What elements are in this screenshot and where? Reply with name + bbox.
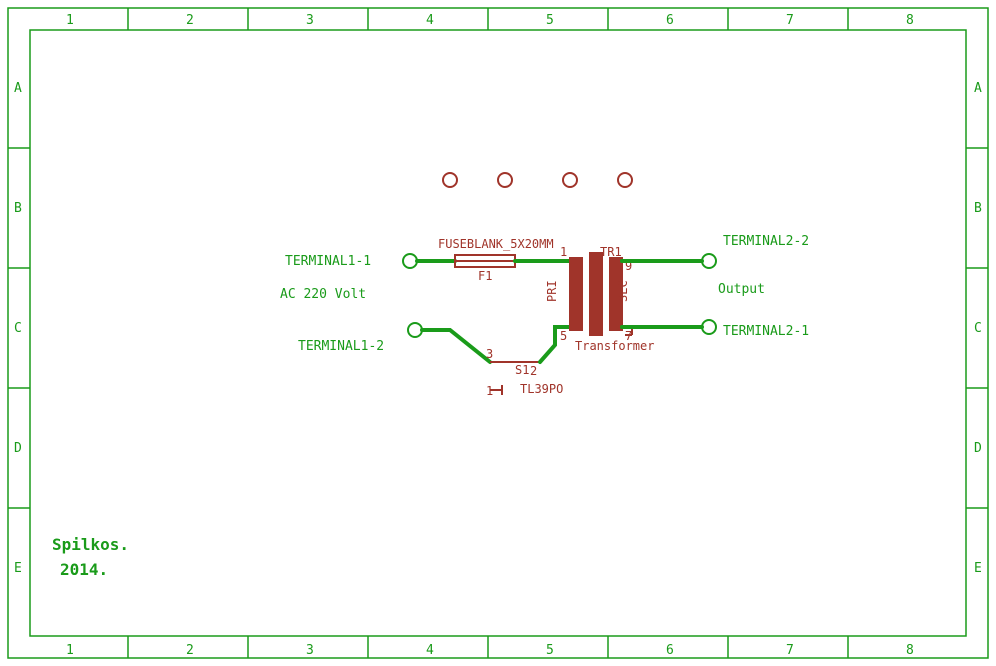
- svg-text:1: 1: [66, 13, 74, 28]
- terminal2-1: TERMINAL2-1: [702, 320, 809, 339]
- switch-s1: 3 2 1 S1 TL39PO: [486, 347, 563, 398]
- output-label: Output: [718, 282, 765, 297]
- terminal1-1: TERMINAL1-1: [285, 254, 417, 269]
- svg-text:B: B: [14, 201, 22, 216]
- svg-text:F1: F1: [478, 269, 492, 283]
- svg-text:7: 7: [786, 643, 794, 658]
- svg-text:C: C: [974, 321, 982, 336]
- svg-text:3: 3: [306, 643, 314, 658]
- svg-text:D: D: [974, 441, 982, 456]
- year-text: 2014.: [60, 560, 108, 579]
- svg-text:TERMINAL2-2: TERMINAL2-2: [723, 234, 809, 249]
- test-points: [443, 173, 632, 187]
- svg-text:5: 5: [546, 643, 554, 658]
- svg-text:3: 3: [306, 13, 314, 28]
- svg-text:7: 7: [786, 13, 794, 28]
- svg-text:B: B: [974, 201, 982, 216]
- schematic-sheet: 1 2 3 4 5 6 7 8 1 2 3 4 5 6 7 8 A A B B C C…: [0, 0, 996, 666]
- svg-text:PRI: PRI: [545, 280, 559, 302]
- svg-text:2: 2: [530, 364, 537, 378]
- svg-text:5: 5: [546, 13, 554, 28]
- svg-text:Transformer: Transformer: [575, 339, 654, 353]
- net-seg: [422, 330, 490, 362]
- svg-text:C: C: [14, 321, 22, 336]
- svg-text:2: 2: [186, 13, 194, 28]
- svg-text:1: 1: [66, 643, 74, 658]
- frame: 1 2 3 4 5 6 7 8 1 2 3 4 5 6 7 8 A A B B C C…: [8, 8, 988, 658]
- svg-text:TL39PO: TL39PO: [520, 382, 563, 396]
- svg-text:1: 1: [560, 245, 567, 259]
- svg-text:FUSEBLANK_5X20MM: FUSEBLANK_5X20MM: [438, 237, 554, 251]
- svg-text:8: 8: [906, 643, 914, 658]
- svg-text:TERMINAL1-2: TERMINAL1-2: [298, 339, 384, 354]
- svg-text:5: 5: [560, 329, 567, 343]
- svg-text:SEC: SEC: [616, 280, 630, 302]
- svg-text:E: E: [974, 561, 982, 576]
- svg-text:TERMINAL1-1: TERMINAL1-1: [285, 254, 371, 269]
- svg-text:E: E: [14, 561, 22, 576]
- terminal1-2: TERMINAL1-2: [298, 323, 422, 354]
- terminal2-2: TERMINAL2-2: [702, 234, 809, 268]
- svg-text:6: 6: [666, 13, 674, 28]
- svg-text:TERMINAL2-1: TERMINAL2-1: [723, 324, 809, 339]
- svg-text:2: 2: [186, 643, 194, 658]
- svg-text:6: 6: [666, 643, 674, 658]
- svg-text:3: 3: [486, 347, 493, 361]
- svg-text:D: D: [14, 441, 22, 456]
- svg-text:TR1: TR1: [600, 245, 622, 259]
- svg-text:8: 8: [906, 13, 914, 28]
- author-text: Spilkos.: [52, 535, 129, 554]
- svg-text:A: A: [974, 81, 982, 96]
- svg-text:4: 4: [426, 13, 434, 28]
- svg-text:4: 4: [426, 643, 434, 658]
- ac-note: AC 220 Volt: [280, 287, 366, 302]
- svg-text:A: A: [14, 81, 22, 96]
- svg-text:S1: S1: [515, 363, 529, 377]
